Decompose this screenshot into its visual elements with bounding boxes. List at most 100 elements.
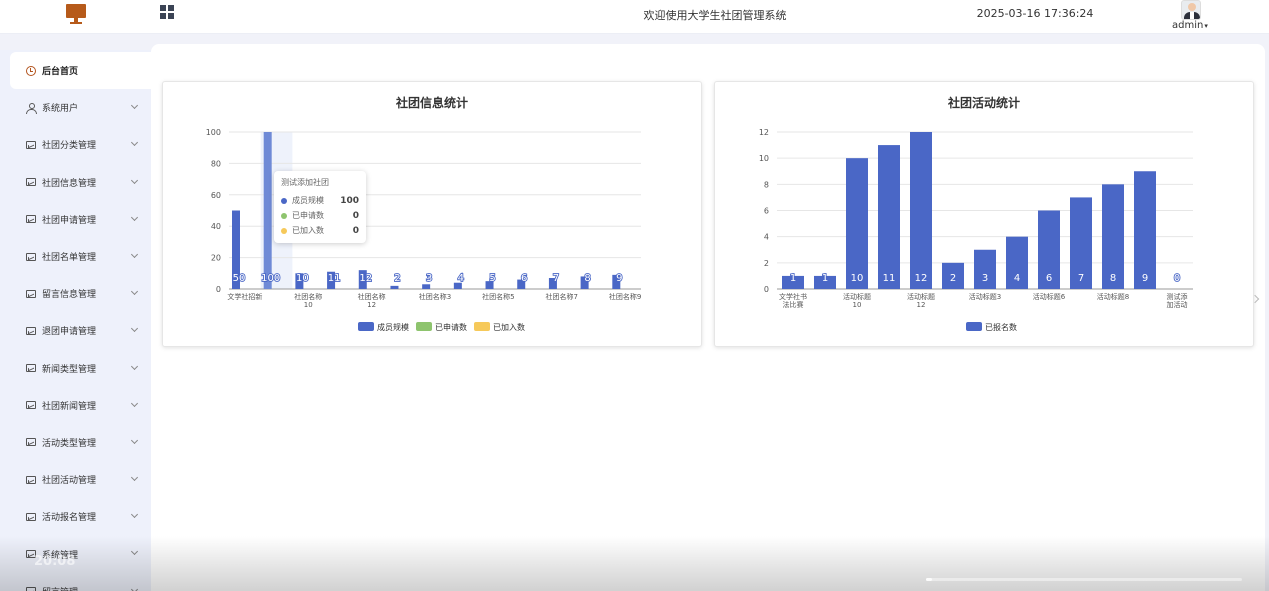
sidebar-item-label: 新闻类型管理 [42, 364, 97, 375]
tooltip-value: 100 [340, 195, 359, 206]
tooltip-label: 已申请数 [292, 211, 324, 220]
sidebar-item[interactable]: 活动报名管理 [10, 498, 151, 535]
tooltip-value: 0 [352, 225, 359, 236]
chevron-down-icon[interactable] [130, 362, 139, 370]
board-icon [26, 438, 36, 447]
chevron-down-icon[interactable] [130, 511, 139, 519]
legend-label: 已报名数 [985, 322, 1017, 332]
x-tick-label: 社团名称 [294, 292, 322, 301]
x-tick-label: 法比赛 [783, 300, 804, 309]
bar [1134, 171, 1156, 289]
sidebar-item[interactable]: 后台首页 [10, 52, 151, 90]
sidebar-item[interactable]: 社团名单管理 [10, 238, 151, 275]
sidebar-item-label: 社团名单管理 [42, 253, 97, 264]
y-tick-label: 80 [211, 159, 221, 168]
legend-dot-icon [281, 212, 287, 219]
tooltip-row: 成员规模 100 [281, 193, 359, 208]
x-tick-label: 活动标题 [843, 292, 871, 301]
data-label: 3 [982, 273, 988, 284]
data-label: 4 [458, 273, 464, 284]
sidebar-item[interactable]: 新闻类型管理 [10, 350, 151, 387]
bar [878, 145, 900, 289]
y-tick-label: 100 [206, 128, 221, 137]
bar [390, 285, 399, 289]
sidebar-item-label: 活动类型管理 [42, 438, 97, 449]
x-tick-label: 10 [853, 301, 862, 309]
chevron-down-icon[interactable] [130, 139, 139, 147]
sidebar-item-label: 系统用户 [42, 104, 79, 115]
board-icon [26, 475, 36, 484]
data-label: 3 [426, 273, 432, 284]
user-name: admin [1172, 20, 1204, 31]
tooltip-label: 成员规模 [292, 196, 324, 205]
data-label: 10 [851, 273, 864, 284]
club-info-chart: 02040608010050文学社招新100 10社团名称1011 12社团名称12… [206, 128, 642, 332]
chevron-down-icon[interactable] [130, 474, 139, 482]
chevron-down-icon[interactable] [130, 176, 139, 184]
y-tick-label: 2 [764, 259, 769, 268]
data-label: 4 [1014, 273, 1020, 284]
legend-label: 已申请数 [435, 322, 467, 332]
chevron-down-icon[interactable] [130, 325, 139, 333]
board-icon [26, 140, 36, 149]
data-label: 50 [233, 273, 246, 284]
data-label: 5 [489, 273, 495, 284]
legend-dot-icon [281, 197, 287, 204]
board-icon [26, 252, 36, 261]
data-label: 100 [261, 273, 280, 284]
chevron-down-icon[interactable] [130, 102, 139, 110]
bar [263, 132, 272, 289]
data-label: 12 [359, 273, 372, 284]
chevron-down-icon[interactable] [130, 436, 139, 444]
legend-swatch [966, 322, 982, 331]
y-tick-label: 6 [764, 207, 769, 216]
data-label: 7 [1078, 273, 1084, 284]
data-label: 8 [584, 273, 590, 284]
x-tick-label: 社团名称9 [609, 292, 641, 301]
chevron-down-icon[interactable] [130, 399, 139, 407]
y-tick-label: 12 [759, 128, 769, 137]
chevron-down-icon[interactable] [130, 288, 139, 296]
user-avatar[interactable] [1181, 0, 1201, 20]
sidebar-item-label: 退团申请管理 [42, 327, 97, 338]
sidebar-item-label: 活动报名管理 [42, 513, 97, 524]
x-tick-label: 12 [917, 301, 926, 309]
y-tick-label: 8 [764, 180, 769, 189]
y-tick-label: 40 [211, 222, 221, 231]
sidebar-item-label: 社团活动管理 [42, 476, 97, 487]
sidebar-item[interactable]: 退团申请管理 [10, 312, 151, 349]
bar [846, 158, 868, 289]
user-menu[interactable]: admin▾ [1172, 20, 1208, 31]
chart-tooltip: 测试添加社团 成员规模 100 已申请数 0 已加入数 0 [274, 171, 366, 243]
data-label: 9 [616, 273, 622, 284]
y-tick-label: 10 [759, 154, 769, 163]
sidebar-item[interactable]: 社团信息管理 [10, 164, 151, 201]
chevron-down-icon[interactable] [130, 250, 139, 258]
sidebar-item-label: 社团申请管理 [42, 215, 97, 226]
legend-label: 已加入数 [493, 322, 525, 332]
x-tick-label: 社团名称5 [482, 292, 514, 301]
sidebar-item[interactable]: 系统用户 [10, 89, 151, 126]
x-tick-label: 活动标题6 [1033, 292, 1066, 301]
bar [910, 132, 932, 289]
legend-label: 成员规模 [377, 322, 409, 332]
data-label: 2 [394, 273, 400, 284]
data-label: 12 [915, 273, 928, 284]
clock-icon [26, 65, 36, 76]
sidebar-item[interactable]: 活动类型管理 [10, 424, 151, 461]
sidebar-item[interactable]: 社团新闻管理 [10, 387, 151, 424]
x-tick-label: 社团名称3 [419, 292, 451, 301]
x-tick-label: 10 [304, 301, 313, 309]
video-progress-bar[interactable] [926, 578, 1242, 581]
menu-grid-icon[interactable] [160, 5, 174, 19]
sidebar-item[interactable]: 社团活动管理 [10, 461, 151, 498]
x-tick-label: 测试添 [1167, 292, 1188, 301]
sidebar-item[interactable]: 社团分类管理 [10, 126, 151, 163]
sidebar-item[interactable]: 留言信息管理 [10, 275, 151, 312]
chevron-down-icon[interactable] [130, 213, 139, 221]
sidebar-item[interactable]: 社团申请管理 [10, 201, 151, 238]
legend-swatch [416, 322, 432, 331]
top-header: 欢迎使用大学生社团管理系统 2025-03-16 17:36:24 admin▾ [0, 0, 1269, 34]
y-tick-label: 60 [211, 191, 221, 200]
legend-swatch [474, 322, 490, 331]
